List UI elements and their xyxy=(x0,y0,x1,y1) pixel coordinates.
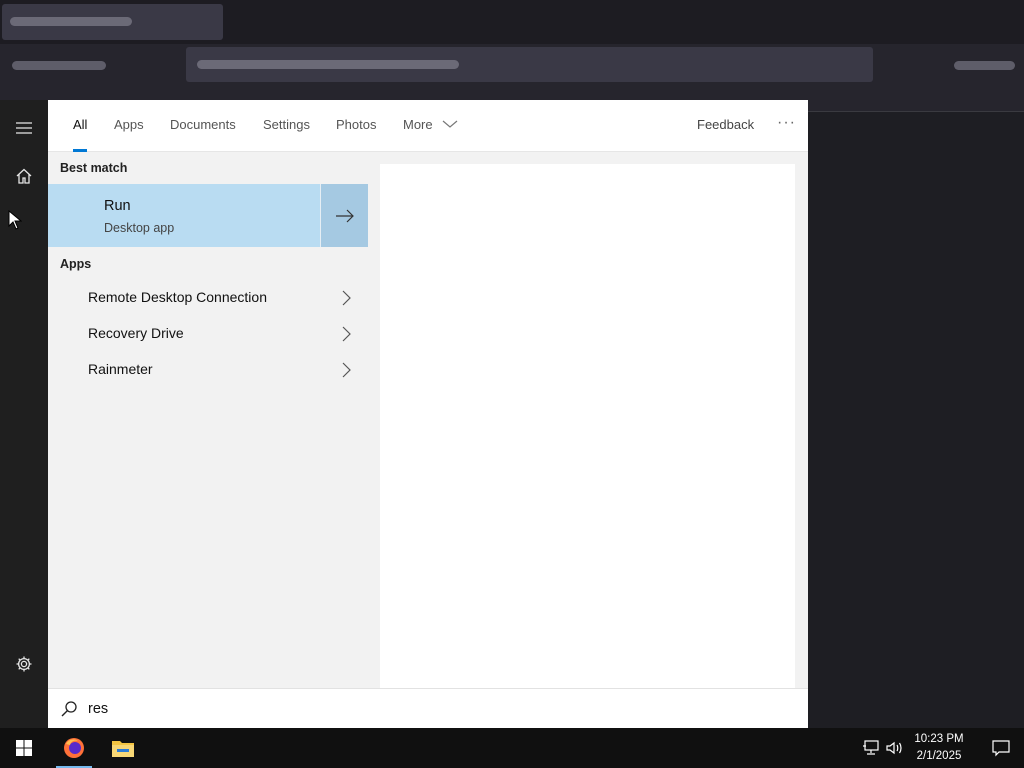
tab-settings[interactable]: Settings xyxy=(263,100,310,152)
volume-icon[interactable] xyxy=(885,738,905,758)
search-panel: All Apps Documents Settings Photos More … xyxy=(48,100,808,728)
background-tab[interactable] xyxy=(2,4,223,40)
tab-documents[interactable]: Documents xyxy=(170,100,236,152)
best-match-item[interactable]: Run Desktop app xyxy=(48,184,368,247)
list-item[interactable]: Recovery Drive xyxy=(48,316,368,352)
tab-apps[interactable]: Apps xyxy=(114,100,144,152)
start-rail xyxy=(0,100,48,728)
chevron-right-icon[interactable] xyxy=(336,324,356,344)
apps-heading: Apps xyxy=(60,257,92,271)
best-match-subtitle: Desktop app xyxy=(104,221,175,235)
results-list: Best match Run Desktop app Apps Remote D… xyxy=(48,152,368,688)
list-item[interactable]: Remote Desktop Connection xyxy=(48,280,368,316)
tab-photos[interactable]: Photos xyxy=(336,100,376,152)
hamburger-menu-icon[interactable] xyxy=(0,104,48,152)
search-icon xyxy=(61,701,77,717)
firefox-icon[interactable] xyxy=(50,728,98,768)
file-explorer-icon[interactable] xyxy=(99,728,147,768)
chevron-right-icon[interactable] xyxy=(336,360,356,380)
clock[interactable]: 10:23 PM 2/1/2025 xyxy=(905,731,973,765)
tab-all[interactable]: All xyxy=(73,100,88,152)
home-icon[interactable] xyxy=(0,152,48,200)
clock-date: 2/1/2025 xyxy=(916,750,962,762)
arrow-right-icon xyxy=(335,209,354,222)
settings-icon[interactable] xyxy=(0,640,48,688)
best-match-title: Run xyxy=(104,198,131,214)
mouse-cursor-icon xyxy=(8,210,22,230)
network-icon[interactable] xyxy=(861,738,881,758)
open-preview-button[interactable] xyxy=(320,184,368,247)
app-label: Rainmeter xyxy=(88,361,153,377)
search-input[interactable] xyxy=(88,697,788,721)
more-options-icon[interactable]: ··· xyxy=(777,114,796,132)
notifications-icon[interactable] xyxy=(978,728,1024,768)
windows-start-icon[interactable] xyxy=(0,728,48,768)
background-window-titlebar xyxy=(0,0,1024,44)
taskbar: 10:23 PM 2/1/2025 xyxy=(0,728,1024,768)
chevron-down-icon xyxy=(442,120,458,128)
feedback-link[interactable]: Feedback xyxy=(697,100,754,152)
tab-more[interactable]: More xyxy=(403,100,458,152)
search-box[interactable] xyxy=(48,688,808,728)
app-label: Remote Desktop Connection xyxy=(88,289,267,305)
app-label: Recovery Drive xyxy=(88,325,184,341)
best-match-run[interactable]: Run Desktop app xyxy=(48,184,318,247)
background-address-bar[interactable] xyxy=(186,47,873,82)
list-item[interactable]: Rainmeter xyxy=(48,352,368,388)
chevron-right-icon[interactable] xyxy=(336,288,356,308)
preview-pane xyxy=(380,164,795,688)
clock-time: 10:23 PM xyxy=(914,733,964,745)
search-tab-bar: All Apps Documents Settings Photos More … xyxy=(48,100,808,152)
best-match-heading: Best match xyxy=(60,161,128,175)
